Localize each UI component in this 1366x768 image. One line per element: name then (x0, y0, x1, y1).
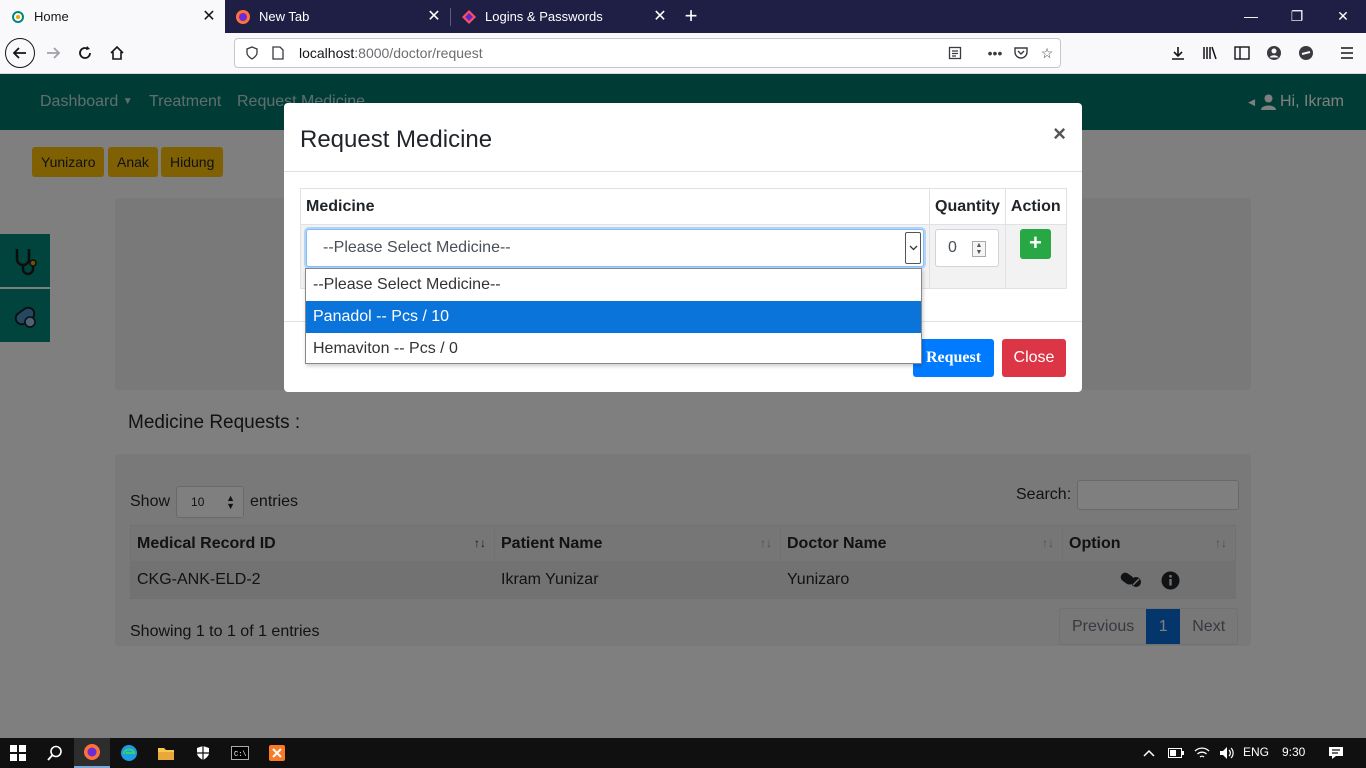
spinner-arrows-icon[interactable]: ▲ ▼ (972, 241, 986, 257)
extension-icon[interactable] (1291, 38, 1321, 68)
medicine-dropdown-list: --Please Select Medicine-- Panadol -- Pc… (305, 268, 922, 364)
close-tab-icon[interactable]: ✕ (652, 8, 668, 25)
firefox-taskbar-icon[interactable] (74, 738, 110, 768)
terminal-icon[interactable]: C:\ (222, 738, 258, 768)
tab-title: New Tab (259, 9, 310, 24)
security-shield-icon[interactable] (185, 738, 221, 768)
reload-icon[interactable] (70, 38, 100, 68)
battery-icon[interactable] (1163, 738, 1189, 768)
tab-logins-passwords[interactable]: Logins & Passwords ✕ (451, 0, 676, 33)
account-icon[interactable] (1259, 38, 1289, 68)
new-tab-button[interactable]: + (678, 4, 704, 30)
svg-text:C:\: C:\ (234, 751, 247, 759)
modal-header: Request Medicine × (284, 103, 1082, 172)
downloads-icon[interactable] (1163, 38, 1193, 68)
col-quantity: Quantity (929, 188, 1006, 225)
dropdown-option[interactable]: Hemaviton -- Pcs / 0 (306, 333, 921, 365)
home-icon[interactable] (102, 38, 132, 68)
menu-icon[interactable] (1332, 38, 1362, 68)
page-icon[interactable] (265, 40, 291, 66)
more-actions-icon[interactable]: ••• (982, 40, 1008, 66)
modal-title: Request Medicine (300, 126, 493, 153)
library-icon[interactable] (1195, 38, 1225, 68)
firefox-icon (235, 9, 251, 25)
shield-icon[interactable] (239, 40, 265, 66)
tab-new-tab[interactable]: New Tab ✕ (225, 0, 450, 33)
edge-icon[interactable] (111, 738, 147, 768)
reader-view-icon[interactable] (942, 40, 968, 66)
forward-button[interactable] (38, 38, 68, 68)
dropdown-option[interactable]: --Please Select Medicine-- (306, 269, 921, 301)
dropdown-option-highlighted[interactable]: Panadol -- Pcs / 10 (306, 301, 921, 333)
windows-start-icon[interactable] (0, 738, 36, 768)
medicine-select[interactable]: --Please Select Medicine-- (306, 229, 924, 267)
windows-taskbar: C:\ ENG 9:30 (0, 738, 1366, 768)
volume-icon[interactable] (1214, 738, 1240, 768)
xampp-icon[interactable] (259, 738, 295, 768)
wifi-icon[interactable] (1189, 738, 1215, 768)
search-icon[interactable] (37, 738, 73, 768)
close-window-button[interactable]: ✕ (1320, 0, 1366, 33)
restore-window-button[interactable]: ❐ (1274, 0, 1320, 33)
page-content: Dashboard ▼ Treatment Request Medicine ◀… (0, 74, 1366, 738)
tab-title: Home (34, 9, 69, 24)
show-hidden-icons-chevron-up-icon[interactable] (1136, 738, 1162, 768)
browser-toolbar: localhost:8000/doctor/request ••• ☆ (0, 33, 1366, 74)
minimize-window-button[interactable]: — (1228, 0, 1274, 33)
close-tab-icon[interactable]: ✕ (201, 8, 217, 25)
bookmark-star-icon[interactable]: ☆ (1034, 40, 1060, 66)
language-indicator[interactable]: ENG (1243, 745, 1269, 759)
back-button[interactable] (5, 38, 35, 68)
close-button[interactable]: Close (1002, 339, 1066, 377)
quantity-stepper[interactable]: 0 ▲ ▼ (935, 229, 999, 267)
add-row-button[interactable]: + (1019, 229, 1051, 259)
chevron-down-icon[interactable] (905, 232, 921, 264)
clock[interactable]: 9:30 (1282, 745, 1305, 759)
notifications-icon[interactable] (1318, 738, 1354, 768)
close-tab-icon[interactable]: ✕ (426, 8, 442, 25)
pocket-icon[interactable] (1008, 40, 1034, 66)
col-medicine: Medicine (300, 188, 930, 225)
close-icon[interactable]: × (1053, 121, 1066, 147)
address-bar[interactable]: localhost:8000/doctor/request ••• ☆ (234, 38, 1061, 68)
lockwise-icon (461, 9, 477, 25)
url-text: localhost:8000/doctor/request (299, 45, 483, 61)
tab-title: Logins & Passwords (485, 9, 603, 24)
site-favicon-icon (10, 9, 26, 25)
col-action: Action (1004, 188, 1067, 225)
tab-home[interactable]: Home ✕ (0, 0, 225, 33)
sidebar-icon[interactable] (1227, 38, 1257, 68)
request-button[interactable]: Request (913, 339, 994, 377)
browser-tab-bar: Home ✕ New Tab ✕ Logins & Passwords ✕ + … (0, 0, 1366, 33)
file-explorer-icon[interactable] (148, 738, 184, 768)
